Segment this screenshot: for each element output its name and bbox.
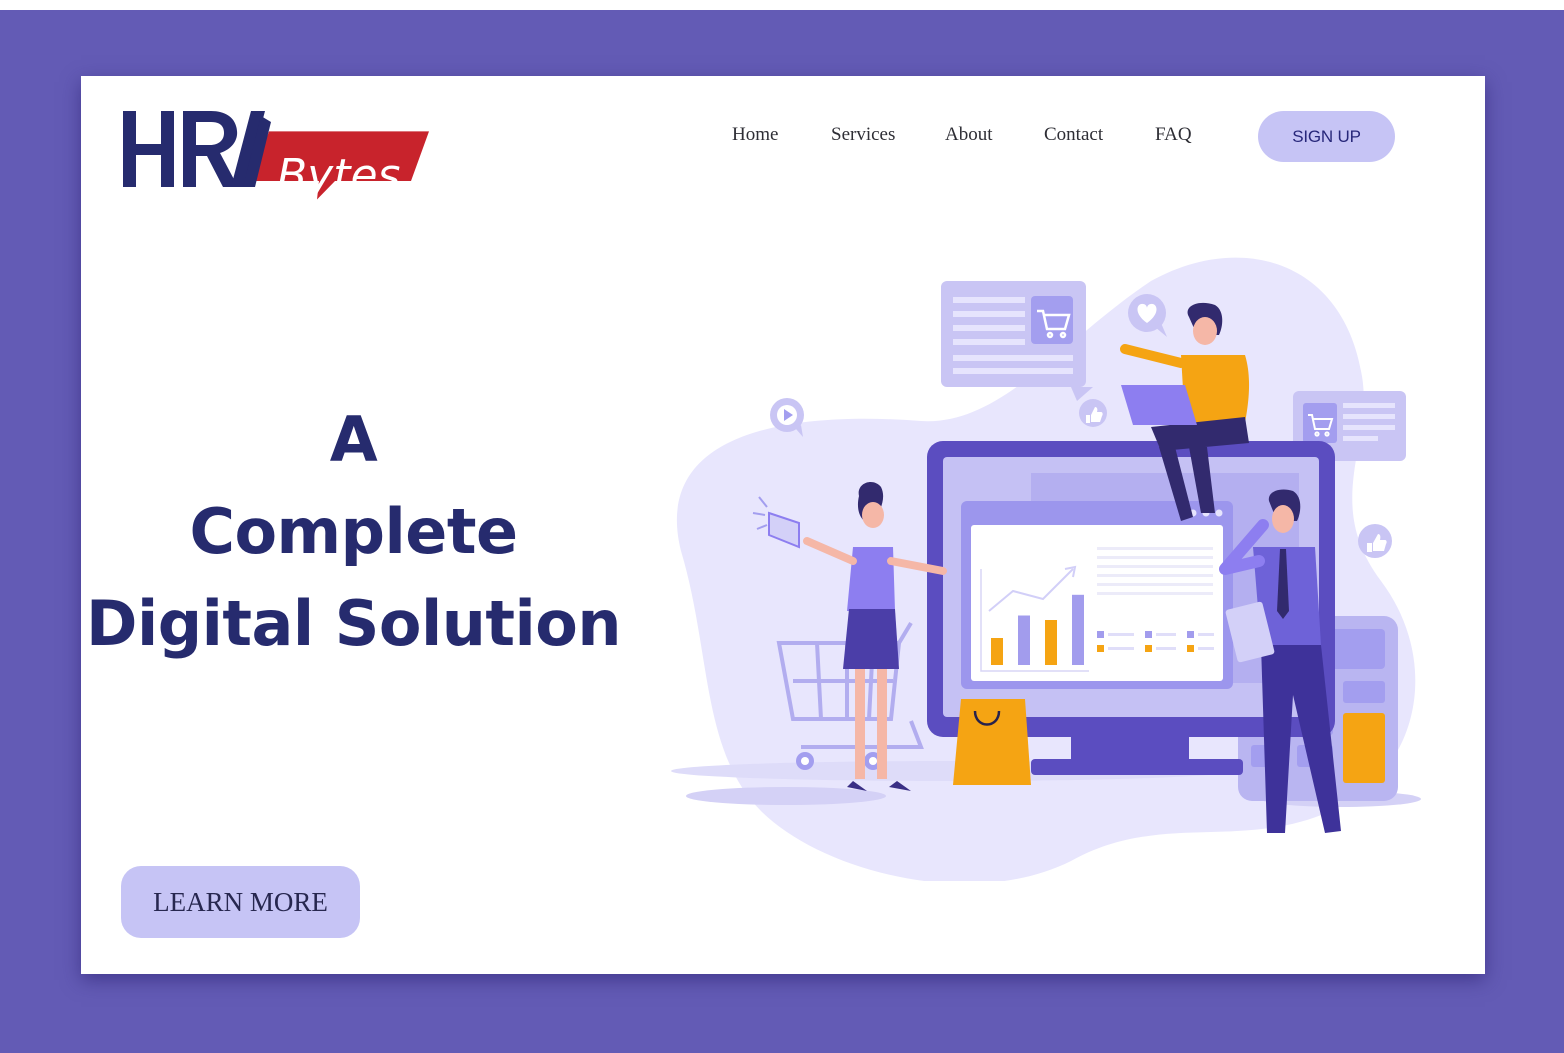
learn-more-button[interactable]: LEARN MORE xyxy=(121,866,360,938)
headline-line-1: A xyxy=(329,403,378,476)
hero-headline: A Complete Digital Solution xyxy=(81,394,626,670)
digital-marketing-illustration xyxy=(671,257,1421,881)
nav-contact[interactable]: Contact xyxy=(1044,124,1103,146)
hr-bytes-logo[interactable]: Bytes xyxy=(121,108,441,213)
chart-bar xyxy=(1072,594,1084,665)
chart-bar xyxy=(991,638,1003,665)
thumbs-up-icon xyxy=(1079,399,1107,427)
landing-card: Bytes Home Services About Contact FAQ SI… xyxy=(81,76,1485,974)
nav-faq[interactable]: FAQ xyxy=(1155,124,1192,146)
nav-home[interactable]: Home xyxy=(732,124,778,146)
nav-services[interactable]: Services xyxy=(831,124,895,146)
thumbs-up-icon-right xyxy=(1358,524,1392,558)
sign-up-button[interactable]: SIGN UP xyxy=(1258,111,1395,162)
analytics-window xyxy=(961,501,1233,689)
product-card-left xyxy=(941,281,1093,401)
logo-bytes-text: Bytes xyxy=(277,150,400,201)
shopping-bag-icon xyxy=(953,699,1031,785)
chart-bar xyxy=(1018,615,1030,665)
chart-bar xyxy=(1045,620,1057,665)
headline-line-3: Digital Solution xyxy=(86,587,621,660)
nav-about[interactable]: About xyxy=(945,124,993,146)
headline-line-2: Complete xyxy=(189,495,518,568)
